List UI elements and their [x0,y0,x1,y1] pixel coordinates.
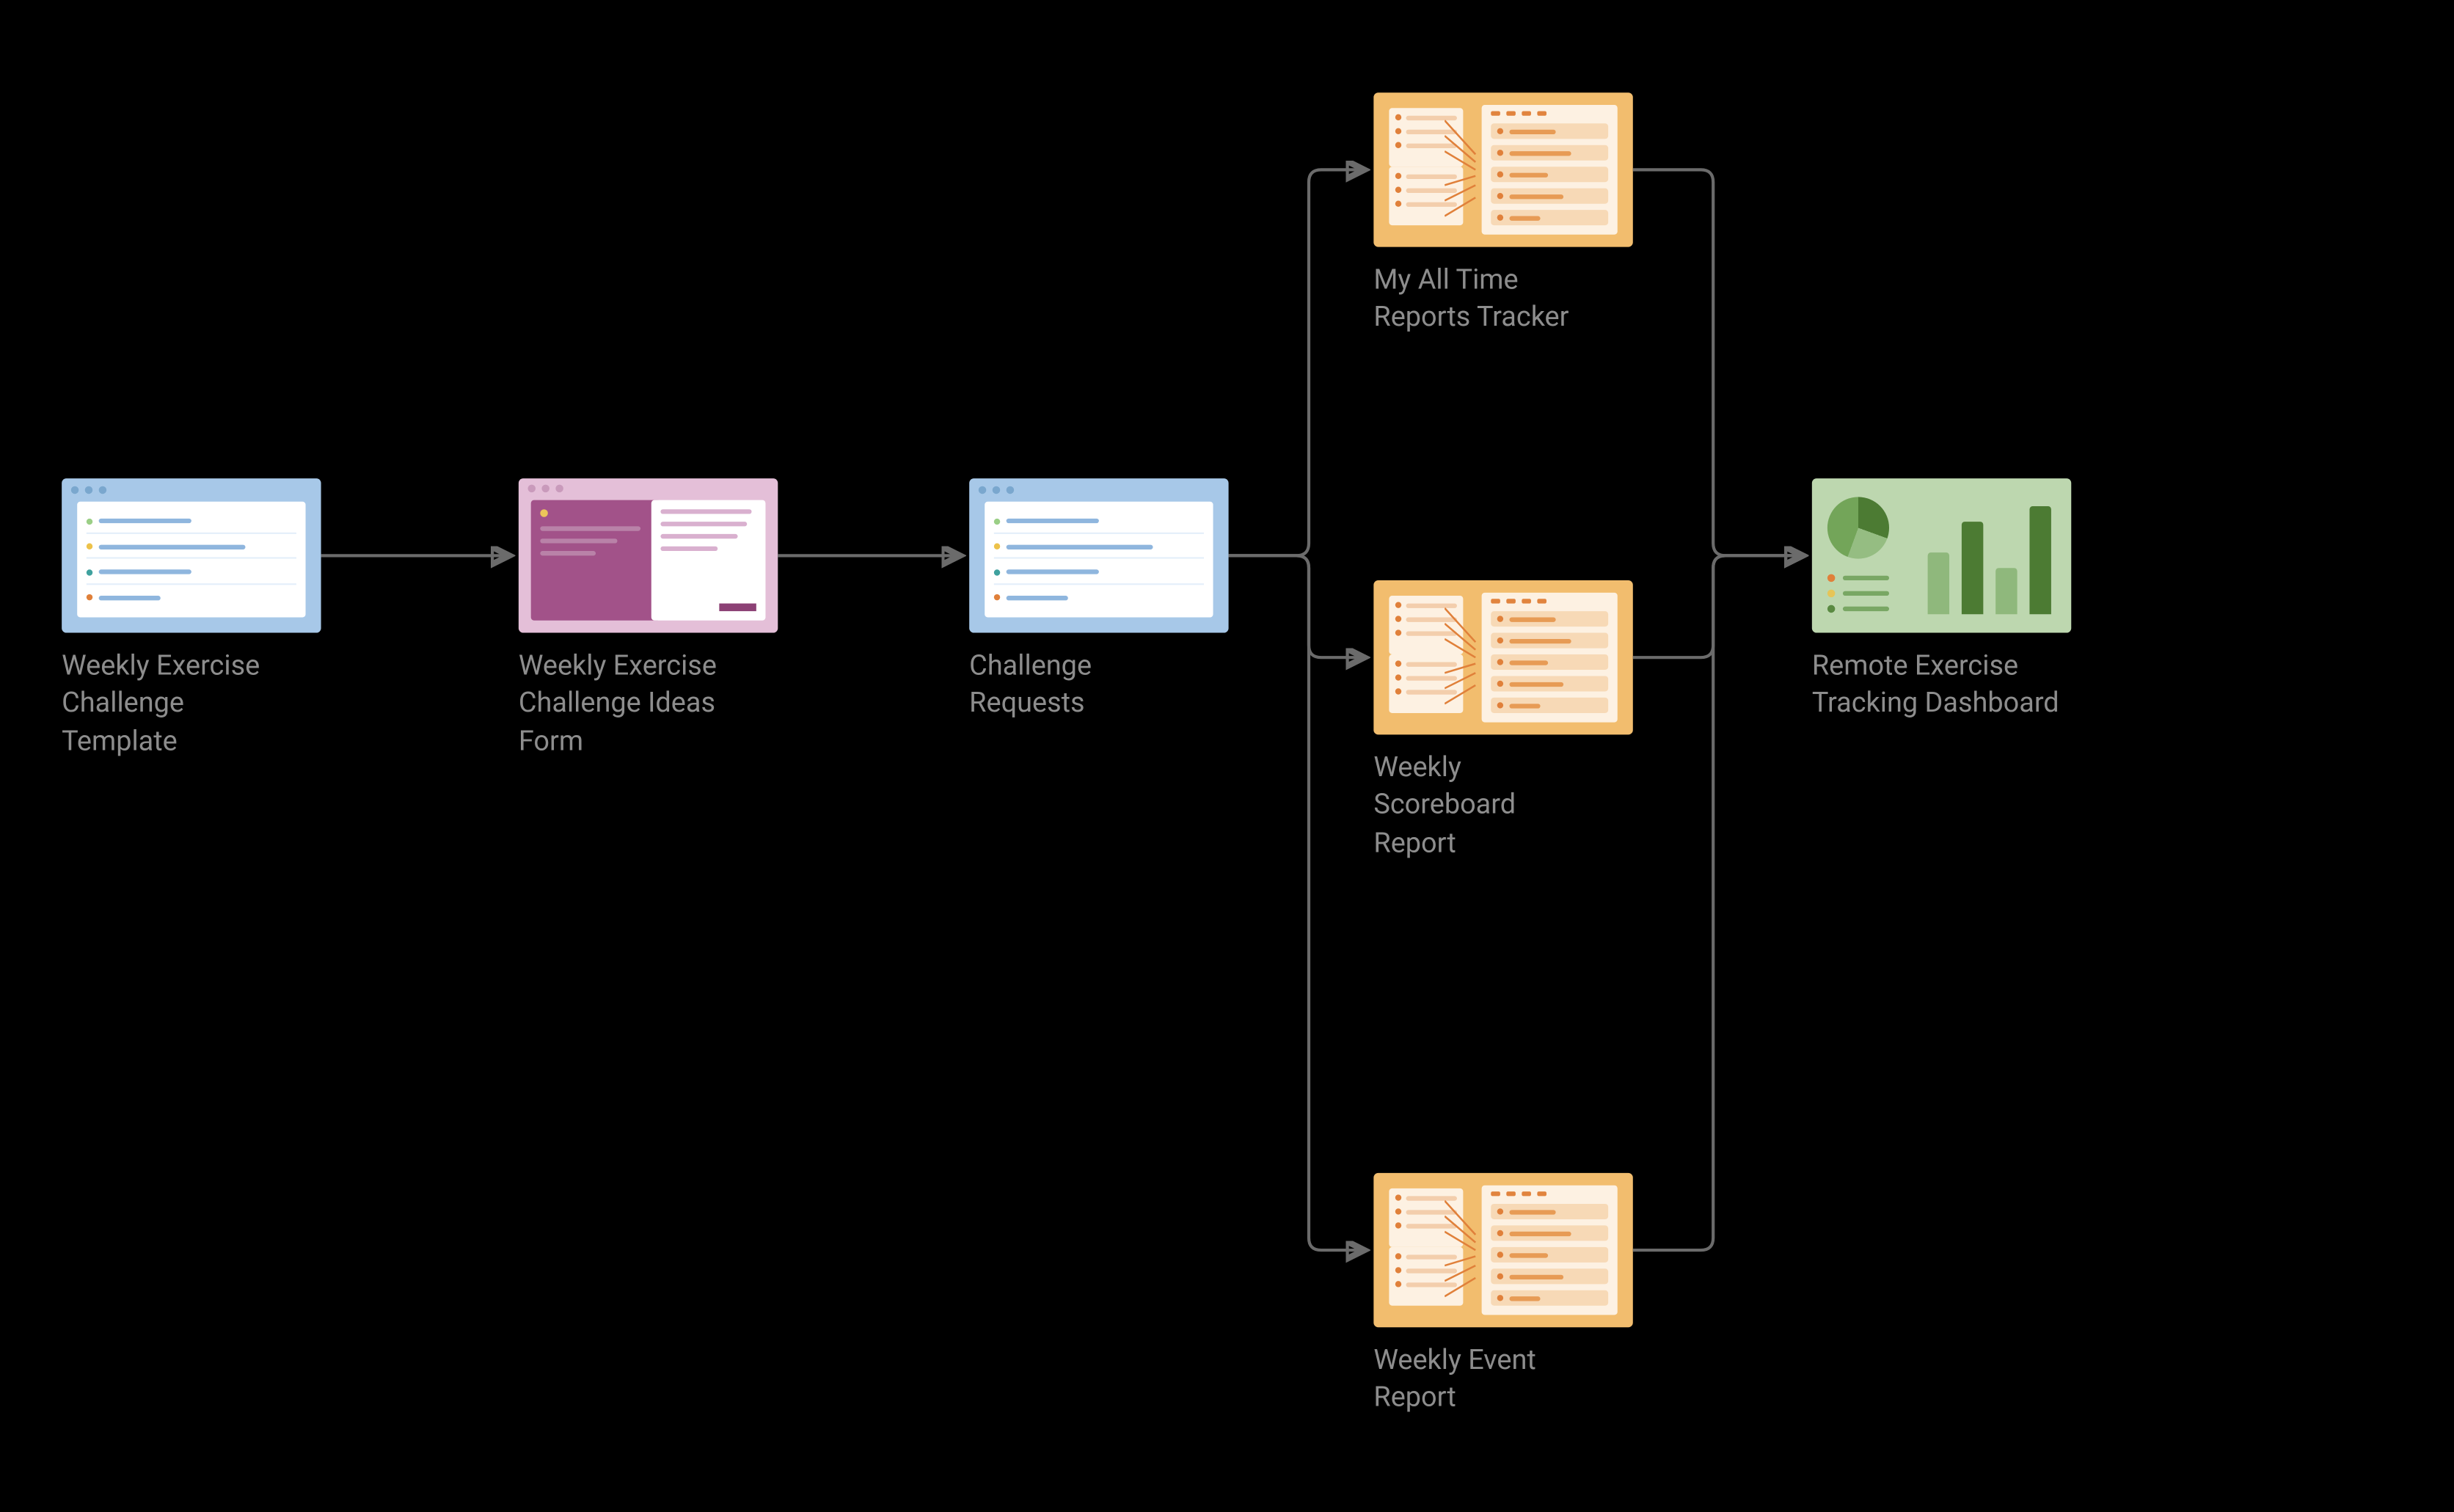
dashboard-icon [1812,478,2071,632]
node-template: Weekly Exercise Challenge Template [62,478,321,632]
report-icon [1373,92,1632,246]
node-scoreboard: Weekly Scoreboard Report [1373,580,1632,734]
node-requests: Challenge Requests [969,478,1228,632]
report-icon [1373,1173,1632,1327]
edge-alltime-dashboard [1633,169,1803,555]
node-dashboard: Remote Exercise Tracking Dashboard [1812,478,2071,632]
edge-event-dashboard [1633,555,1803,1250]
node-alltime-label: My All Time Reports Tracker [1373,263,1621,337]
node-event-label: Weekly Event Report [1373,1343,1605,1417]
edge-scoreboard-dashboard [1633,555,1803,657]
form-icon [519,478,778,632]
edge-requests-alltime [1229,169,1365,555]
edge-requests-scoreboard [1229,555,1365,657]
flow-arrows [0,0,2454,1509]
node-alltime: My All Time Reports Tracker [1373,92,1632,246]
node-scoreboard-label: Weekly Scoreboard Report [1373,750,1590,862]
node-form: Weekly Exercise Challenge Ideas Form [519,478,778,632]
sheet-icon [62,478,321,632]
edge-requests-event [1229,555,1365,1250]
node-form-label: Weekly Exercise Challenge Ideas Form [519,649,719,761]
sheet-icon [969,478,1228,632]
node-dashboard-label: Remote Exercise Tracking Dashboard [1812,649,2071,723]
node-requests-label: Challenge Requests [969,649,1186,723]
node-template-label: Weekly Exercise Challenge Template [62,649,262,761]
report-icon [1373,580,1632,734]
node-event: Weekly Event Report [1373,1173,1632,1327]
